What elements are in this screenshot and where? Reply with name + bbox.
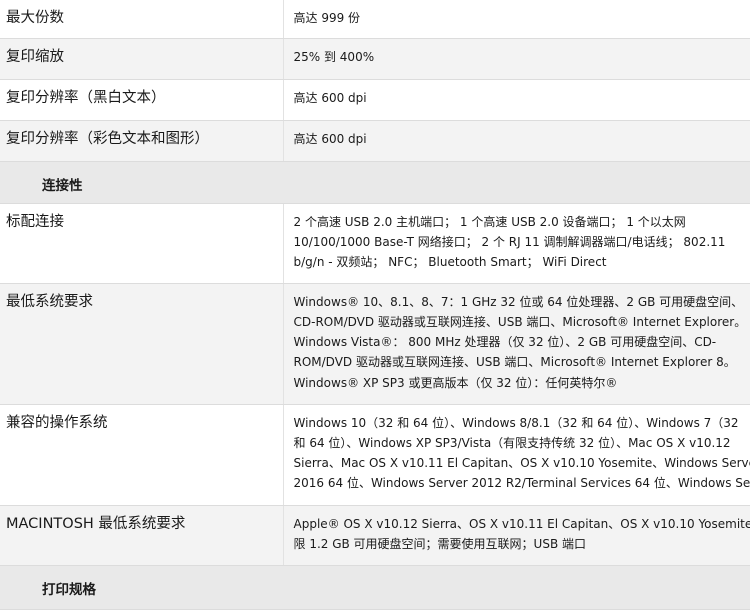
section-title: 连接性: [0, 161, 750, 204]
spec-value: 2 个高速 USB 2.0 主机端口； 1 个高速 USB 2.0 设备端口； …: [282, 203, 750, 284]
spec-value: 25% 到 400%: [282, 38, 750, 80]
section-title: 打印规格: [0, 565, 750, 610]
spec-label: 复印分辨率（彩色文本和图形）: [0, 120, 283, 162]
spec-label: 复印缩放: [0, 38, 283, 80]
spec-row-standard-connectivity: 标配连接 2 个高速 USB 2.0 主机端口； 1 个高速 USB 2.0 设…: [0, 203, 750, 284]
spec-label: 最低系统要求: [0, 283, 283, 405]
spec-value: 高达 600 dpi: [282, 79, 750, 121]
spec-label: MACINTOSH 最低系统要求: [0, 505, 283, 566]
spec-value: 高达 600 dpi: [282, 120, 750, 162]
value-line: 2016 64 位、Windows Server 2012 R2/Termina…: [293, 476, 750, 491]
section-header-connectivity: 连接性: [0, 161, 750, 204]
spec-value: 高达 999 份: [282, 0, 750, 39]
value-line: Sierra、Mac OS X v10.11 El Capitan、OS X v…: [293, 456, 750, 471]
value-line: Windows® XP SP3 或更高版本（仅 32 位）：任何英特尔®: [293, 375, 618, 390]
spec-row-mac-min-requirements: MACINTOSH 最低系统要求 Apple® OS X v10.12 Sier…: [0, 505, 750, 566]
spec-label: 复印分辨率（黑白文本）: [0, 79, 283, 121]
value-line: b/g/n - 双频站； NFC； Bluetooth Smart； WiFi …: [293, 255, 607, 270]
spec-value: Windows 10（32 和 64 位）、Windows 8/8.1（32 和…: [282, 404, 750, 506]
section-header-print-specs: 打印规格: [0, 565, 750, 610]
spec-label: 兼容的操作系统: [0, 404, 283, 506]
spec-value: Windows® 10、8.1、8、7：1 GHz 32 位或 64 位处理器、…: [282, 283, 750, 405]
spec-row-copy-scaling: 复印缩放 25% 到 400%: [0, 38, 750, 80]
spec-row-copy-resolution-color: 复印分辨率（彩色文本和图形） 高达 600 dpi: [0, 120, 750, 162]
value-line: ROM/DVD 驱动器或互联网连接、USB 端口、Microsoft® Inte…: [293, 355, 736, 370]
spec-row-max-copies: 最大份数 高达 999 份: [0, 0, 750, 39]
value-line: Windows® 10、8.1、8、7：1 GHz 32 位或 64 位处理器、…: [293, 294, 744, 309]
spec-row-compatible-os: 兼容的操作系统 Windows 10（32 和 64 位）、Windows 8/…: [0, 404, 750, 506]
spec-row-min-system-requirements: 最低系统要求 Windows® 10、8.1、8、7：1 GHz 32 位或 6…: [0, 283, 750, 405]
value-line: Apple® OS X v10.12 Sierra、OS X v10.11 El…: [293, 516, 750, 531]
value-line: 限 1.2 GB 可用硬盘空间；需要使用互联网；USB 端口: [293, 536, 587, 551]
value-line: Windows 10（32 和 64 位）、Windows 8/8.1（32 和…: [293, 415, 739, 430]
value-line: Windows Vista®： 800 MHz 处理器（仅 32 位）、2 GB…: [293, 335, 717, 350]
spec-table: 最大份数 高达 999 份 复印缩放 25% 到 400% 复印分辨率（黑白文本…: [0, 0, 750, 610]
value-line: 和 64 位）、Windows XP SP3/Vista（有限支持传统 32 位…: [293, 435, 731, 450]
value-line: 10/100/1000 Base-T 网络接口； 2 个 RJ 11 调制解调器…: [293, 234, 726, 249]
spec-row-copy-resolution-bw: 复印分辨率（黑白文本） 高达 600 dpi: [0, 79, 750, 121]
spec-value: Apple® OS X v10.12 Sierra、OS X v10.11 El…: [282, 505, 750, 566]
value-line: 2 个高速 USB 2.0 主机端口； 1 个高速 USB 2.0 设备端口； …: [293, 214, 686, 229]
spec-label: 最大份数: [0, 0, 283, 39]
spec-label: 标配连接: [0, 203, 283, 284]
value-line: CD-ROM/DVD 驱动器或互联网连接、USB 端口、Microsoft® I…: [293, 314, 747, 329]
